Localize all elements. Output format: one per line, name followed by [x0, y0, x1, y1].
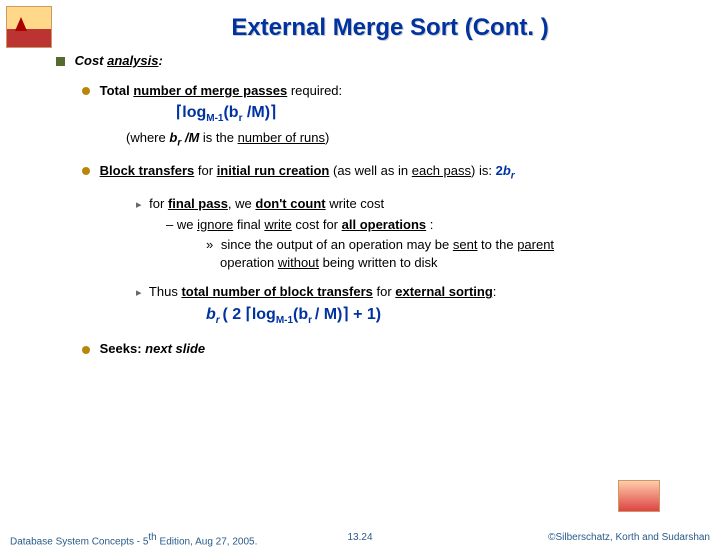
slide-title: External Merge Sort (Cont. ): [80, 14, 700, 42]
note-where: (where br /M is the number of runs): [126, 129, 690, 150]
item-merge-passes: Total number of merge passes required:: [82, 82, 690, 100]
heading-cost-analysis: Cost analysis:: [56, 52, 690, 70]
subitem-ignore-write: – we ignore final write cost for all ope…: [166, 216, 690, 234]
subitem-final-pass: ▸ for final pass, we don't count write c…: [136, 195, 690, 213]
formula-total: br ( 2 ⌈logM-1(br / M)⌉ + 1): [206, 304, 690, 328]
circle-bullet-icon: [82, 87, 90, 95]
formula-passes: ⌈logM-1(br /M)⌉: [176, 102, 690, 126]
arrow-bullet-icon: ▸: [136, 286, 142, 301]
circle-bullet-icon: [82, 167, 90, 175]
sunset-icon: [618, 480, 660, 512]
square-bullet-icon: [56, 57, 65, 66]
dash-bullet-icon: –: [166, 217, 173, 232]
item-block-transfers: Block transfers for initial run creation…: [82, 162, 690, 183]
item-seeks: Seeks: next slide: [82, 340, 690, 358]
subitem-total-transfers: ▸ Thus total number of block transfers f…: [136, 283, 690, 301]
circle-bullet-icon: [82, 346, 90, 354]
arrow-bullet-icon: ▸: [136, 198, 142, 213]
sailboat-icon: [6, 6, 52, 48]
slide: External Merge Sort (Cont. ) Cost analys…: [0, 0, 720, 540]
slide-content: Cost analysis: Total number of merge pas…: [56, 52, 690, 358]
footer-copyright: ©Silberschatz, Korth and Sudarshan: [548, 532, 710, 543]
subsubitem-sent-parent: » since the output of an operation may b…: [206, 236, 690, 271]
footer-page-number: 13.24: [347, 532, 372, 543]
guillemet-bullet-icon: »: [206, 236, 213, 254]
